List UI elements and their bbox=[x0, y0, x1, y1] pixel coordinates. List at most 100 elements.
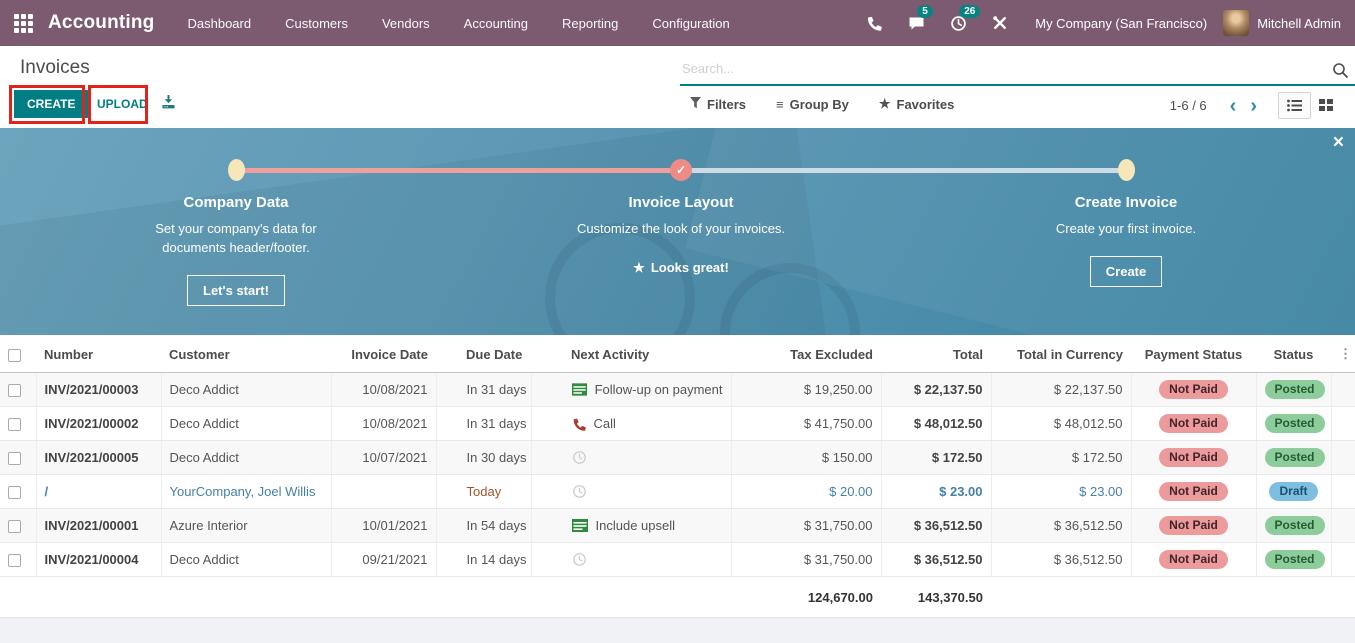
step-dot-invoice-layout-done: ✓ bbox=[670, 159, 692, 181]
activity-phone-icon bbox=[572, 417, 586, 431]
user-avatar[interactable] bbox=[1223, 10, 1249, 36]
kanban-grid-icon bbox=[1319, 99, 1333, 112]
control-panel: Invoices CREATE UPLOAD Filters ≡ Group B… bbox=[0, 46, 1355, 128]
invoice-row[interactable]: INV/2021/00004 Deco Addict 09/21/2021 In… bbox=[0, 543, 1355, 577]
star-icon: ★ bbox=[633, 260, 645, 275]
payment-status-badge: Not Paid bbox=[1159, 550, 1228, 569]
select-all-checkbox[interactable] bbox=[8, 349, 21, 362]
row-checkbox[interactable] bbox=[8, 384, 21, 397]
column-header-tax-excluded[interactable]: Tax Excluded bbox=[731, 335, 881, 373]
invoice-list: Number Customer Invoice Date Due Date Ne… bbox=[0, 335, 1355, 617]
group-by-button[interactable]: ≡ Group By bbox=[776, 96, 849, 112]
step-description: Customize the look of your invoices. bbox=[576, 220, 786, 239]
column-header-total-in-currency[interactable]: Total in Currency bbox=[991, 335, 1131, 373]
step-title: Create Invoice bbox=[986, 194, 1266, 211]
column-header-status[interactable]: Status bbox=[1256, 335, 1331, 373]
app-title[interactable]: Accounting bbox=[48, 12, 155, 34]
step-description: Set your company's data for documents he… bbox=[131, 220, 341, 258]
column-header-total[interactable]: Total bbox=[881, 335, 991, 373]
menu-vendors[interactable]: Vendors bbox=[365, 0, 447, 46]
group-by-icon: ≡ bbox=[776, 97, 784, 112]
messages-badge: 5 bbox=[917, 5, 933, 18]
list-view-button[interactable] bbox=[1278, 92, 1311, 119]
export-download-icon[interactable] bbox=[160, 94, 177, 115]
phone-icon[interactable] bbox=[863, 12, 885, 34]
menu-accounting[interactable]: Accounting bbox=[447, 0, 545, 46]
progress-line-done bbox=[236, 168, 681, 173]
search-bar bbox=[680, 56, 1355, 86]
onboarding-banner: × ✓ Company Data Set your company's data… bbox=[0, 128, 1355, 335]
payment-status-badge: Not Paid bbox=[1159, 380, 1228, 399]
activities-icon[interactable]: 26 bbox=[947, 12, 969, 34]
search-icon[interactable] bbox=[1332, 62, 1349, 84]
activity-clock-icon[interactable] bbox=[572, 450, 587, 465]
total-amount: 143,370.50 bbox=[881, 577, 991, 618]
column-header-due-date[interactable]: Due Date bbox=[436, 335, 531, 373]
invoice-row[interactable]: INV/2021/00005 Deco Addict 10/07/2021 In… bbox=[0, 441, 1355, 475]
pager-next-icon[interactable]: › bbox=[1243, 96, 1264, 116]
messages-icon[interactable]: 5 bbox=[905, 12, 927, 34]
step-title: Company Data bbox=[96, 194, 376, 211]
row-checkbox[interactable] bbox=[8, 452, 21, 465]
progress-line-todo bbox=[681, 168, 1126, 173]
onboarding-step-invoice-layout: Invoice Layout Customize the look of you… bbox=[541, 194, 821, 277]
pager-previous-icon[interactable]: ‹ bbox=[1223, 96, 1244, 116]
banner-close-icon[interactable]: × bbox=[1333, 132, 1344, 154]
page-title: Invoices bbox=[20, 57, 90, 79]
column-header-customer[interactable]: Customer bbox=[161, 335, 331, 373]
column-header-invoice-date[interactable]: Invoice Date bbox=[331, 335, 436, 373]
create-invoice-button[interactable]: Create bbox=[1090, 256, 1162, 287]
invoice-row-draft[interactable]: / YourCompany, Joel Willis Today $ 20.00… bbox=[0, 475, 1355, 509]
menu-dashboard[interactable]: Dashboard bbox=[171, 0, 269, 46]
pager-count: 1-6 / 6 bbox=[1170, 98, 1207, 113]
step-dot-create-invoice bbox=[1118, 159, 1135, 181]
lets-start-button[interactable]: Let's start! bbox=[187, 275, 285, 306]
filters-button[interactable]: Filters bbox=[690, 96, 746, 112]
invoice-row[interactable]: INV/2021/00001 Azure Interior 10/01/2021… bbox=[0, 509, 1355, 543]
upload-button[interactable]: UPLOAD bbox=[91, 90, 154, 118]
row-checkbox[interactable] bbox=[8, 520, 21, 533]
invoice-row[interactable]: INV/2021/00003 Deco Addict 10/08/2021 In… bbox=[0, 373, 1355, 407]
kanban-view-button[interactable] bbox=[1311, 93, 1341, 118]
payment-status-badge: Not Paid bbox=[1159, 516, 1228, 535]
tools-icon[interactable] bbox=[989, 12, 1011, 34]
status-badge: Draft bbox=[1269, 482, 1317, 501]
activity-list-icon bbox=[572, 519, 588, 532]
pager-zone: 1-6 / 6 ‹ › bbox=[1170, 92, 1341, 119]
app-window: Accounting Dashboard Customers Vendors A… bbox=[0, 0, 1355, 643]
apps-menu-icon[interactable] bbox=[14, 14, 33, 33]
main-menu: Dashboard Customers Vendors Accounting R… bbox=[171, 0, 747, 46]
step-dot-company-data bbox=[228, 159, 245, 181]
view-switcher bbox=[1278, 92, 1341, 119]
column-header-payment-status[interactable]: Payment Status bbox=[1131, 335, 1256, 373]
column-header-number[interactable]: Number bbox=[36, 335, 161, 373]
menu-configuration[interactable]: Configuration bbox=[635, 0, 746, 46]
menu-customers[interactable]: Customers bbox=[268, 0, 365, 46]
select-all-checkbox-cell bbox=[0, 335, 36, 373]
invoice-row[interactable]: INV/2021/00002 Deco Addict 10/08/2021 In… bbox=[0, 407, 1355, 441]
status-badge: Posted bbox=[1265, 448, 1325, 467]
favorites-button[interactable]: ★ Favorites bbox=[879, 96, 954, 112]
row-checkbox[interactable] bbox=[8, 418, 21, 431]
company-switcher[interactable]: My Company (San Francisco) bbox=[1035, 16, 1207, 31]
menu-reporting[interactable]: Reporting bbox=[545, 0, 635, 46]
activity-clock-icon[interactable] bbox=[572, 552, 587, 567]
activity-list-icon bbox=[572, 383, 587, 396]
row-checkbox[interactable] bbox=[8, 554, 21, 567]
row-checkbox[interactable] bbox=[8, 486, 21, 499]
column-header-next-activity[interactable]: Next Activity bbox=[531, 335, 731, 373]
filter-funnel-icon bbox=[690, 97, 701, 112]
totals-row: 124,670.00 143,370.50 bbox=[0, 577, 1355, 618]
top-navbar: Accounting Dashboard Customers Vendors A… bbox=[0, 0, 1355, 46]
search-input[interactable] bbox=[680, 56, 1325, 81]
user-menu[interactable]: Mitchell Admin bbox=[1257, 16, 1341, 31]
status-badge: Posted bbox=[1265, 516, 1325, 535]
search-facets: Filters ≡ Group By ★ Favorites bbox=[690, 96, 954, 112]
optional-columns-icon[interactable]: ⋮ bbox=[1331, 335, 1355, 373]
nav-right-zone: 5 26 My Company (San Francisco) Mitchell… bbox=[853, 10, 1341, 36]
create-button[interactable]: CREATE bbox=[14, 90, 88, 118]
looks-great-link[interactable]: ★Looks great! bbox=[633, 260, 729, 276]
payment-status-badge: Not Paid bbox=[1159, 448, 1228, 467]
activity-clock-icon[interactable] bbox=[572, 484, 587, 499]
favorites-star-icon: ★ bbox=[879, 96, 891, 112]
